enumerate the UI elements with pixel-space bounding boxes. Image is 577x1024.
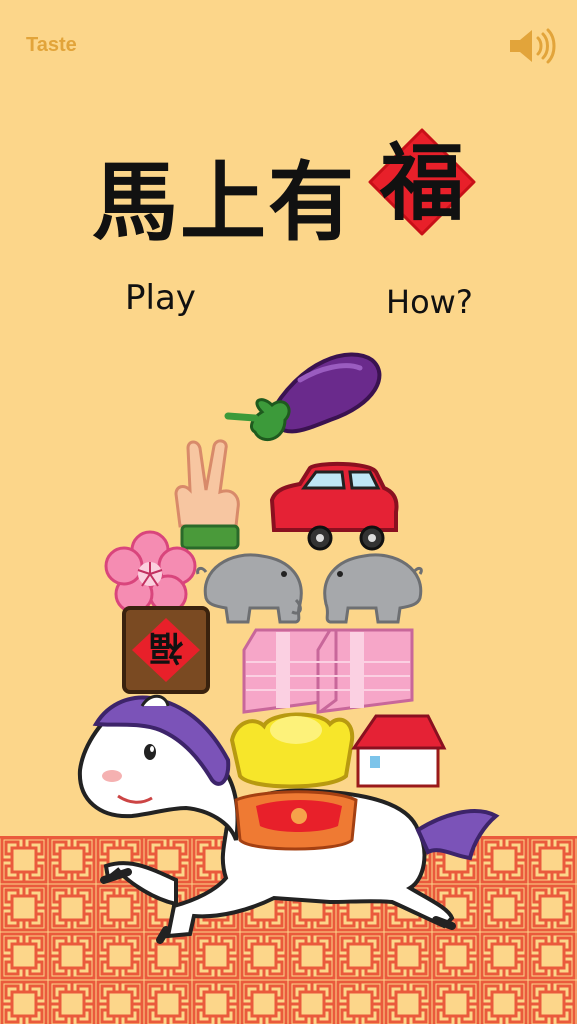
gold-ingot (229, 712, 355, 789)
eggplant (224, 352, 382, 442)
fu-char: 福 (379, 134, 464, 232)
house (351, 714, 447, 788)
fu-diamond-badge: 福 (368, 128, 476, 236)
money-stacks (242, 628, 414, 714)
how-button[interactable]: How? (386, 283, 473, 321)
speaker-icon[interactable] (508, 28, 556, 64)
play-button[interactable]: Play (125, 278, 196, 318)
fu-block: 福 (122, 606, 210, 694)
fu-block-char: 福 (149, 627, 184, 667)
taste-button[interactable]: Taste (26, 34, 77, 57)
elephants (196, 553, 423, 624)
peace-hand (174, 439, 240, 550)
car (269, 461, 399, 551)
game-title: 馬上有 (92, 153, 356, 253)
